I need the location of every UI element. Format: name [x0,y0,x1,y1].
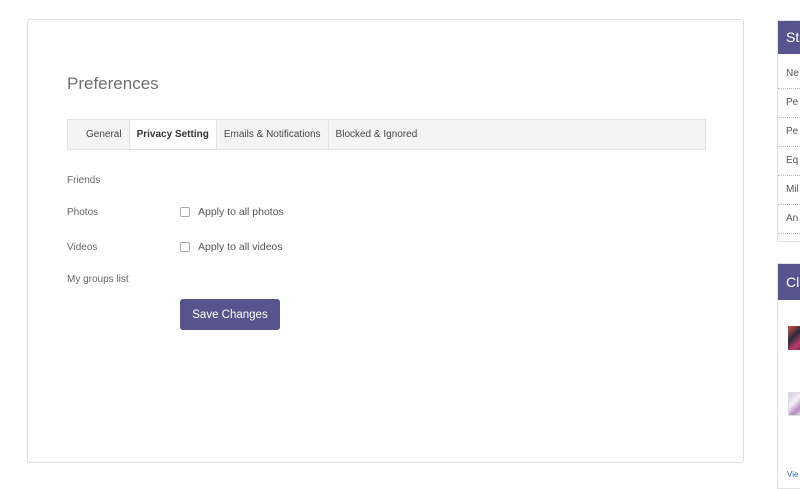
view-all-link[interactable]: Vie [787,470,798,479]
thumbnail-image[interactable] [788,326,800,350]
widget-1-item[interactable]: Pe [778,89,800,118]
preferences-tabs: General Privacy Setting Emails & Notific… [67,119,706,150]
photos-label: Photos [67,207,99,218]
videos-checkbox-label[interactable]: Apply to all videos [198,241,283,253]
page-title: Preferences [67,74,159,93]
widget-1-item[interactable]: Pe [778,118,800,147]
right-widget-2: Cl Vie [777,263,800,489]
my-groups-list-label: My groups list [67,274,129,285]
widget-1-item[interactable]: Mil [778,176,800,205]
videos-label: Videos [67,242,98,253]
right-widget-1: St Ne Pe Pe Eq Mil An [777,20,800,242]
widget-1-item[interactable]: An [778,205,800,234]
widget-1-item[interactable]: Ne [778,60,800,89]
tab-privacy-setting[interactable]: Privacy Setting [129,120,217,149]
videos-checkbox[interactable] [180,242,190,252]
tab-blocked-ignored[interactable]: Blocked & Ignored [329,120,425,149]
photos-apply-all[interactable]: Apply to all photos [180,206,284,218]
tab-emails-notifications[interactable]: Emails & Notifications [217,120,329,149]
preferences-panel: Preferences General Privacy Setting Emai… [27,19,744,463]
tab-general[interactable]: General [68,120,130,149]
widget-1-title: St [778,21,800,54]
save-changes-button[interactable]: Save Changes [180,299,280,330]
photos-checkbox[interactable] [180,207,190,217]
widget-1-list: Ne Pe Pe Eq Mil An [778,54,800,234]
photos-checkbox-label[interactable]: Apply to all photos [198,206,284,218]
widget-1-item[interactable]: Eq [778,147,800,176]
widget-2-title: Cl [778,264,800,300]
friends-label: Friends [67,175,101,186]
videos-apply-all[interactable]: Apply to all videos [180,241,283,253]
thumbnail-image[interactable] [788,392,800,416]
